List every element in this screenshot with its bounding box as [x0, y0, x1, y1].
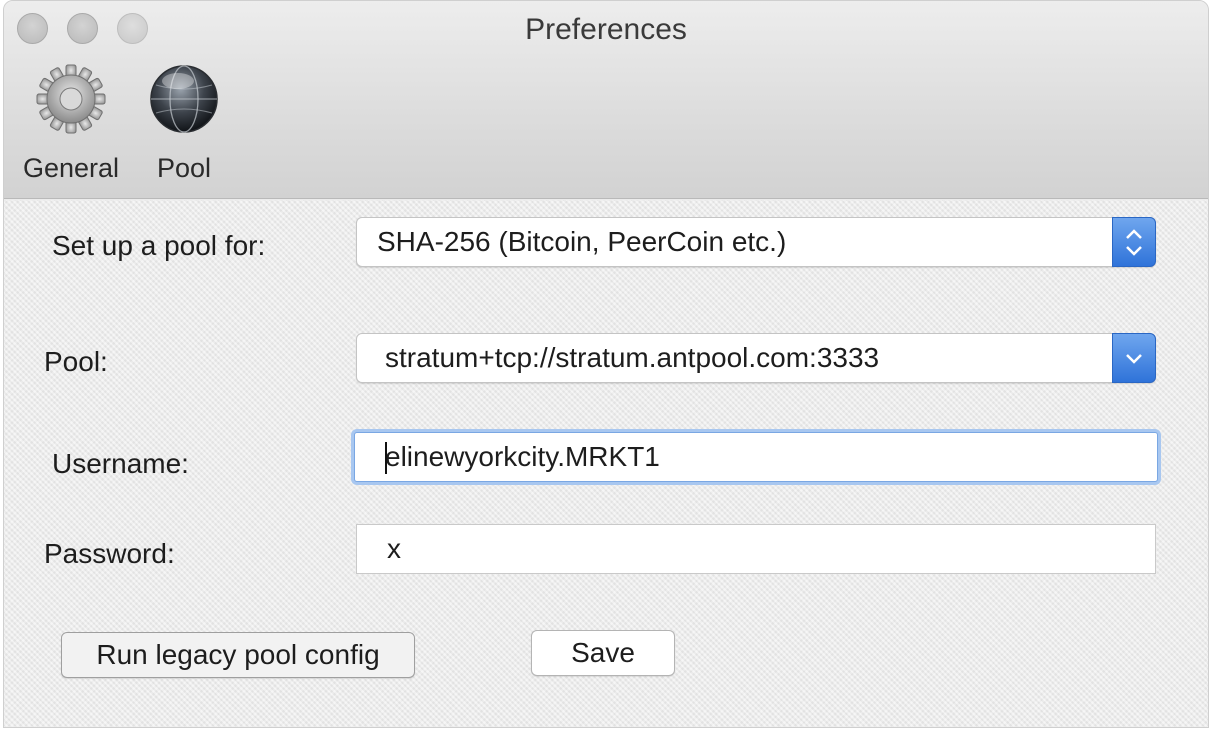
preferences-content: Set up a pool for: SHA-256 (Bitcoin, Pee… — [4, 200, 1208, 727]
coin-algorithm-select[interactable]: SHA-256 (Bitcoin, PeerCoin etc.) — [356, 217, 1156, 267]
password-field[interactable]: x — [356, 524, 1156, 574]
username-label: Username: — [52, 448, 189, 479]
chevron-down-icon[interactable] — [1112, 333, 1156, 383]
pool-url-value: stratum+tcp://stratum.antpool.com:3333 — [385, 342, 880, 373]
up-down-chevron-icon — [1112, 217, 1156, 267]
toolbar-item-pool[interactable]: Pool — [144, 63, 224, 184]
password-value: x — [387, 533, 401, 564]
password-label: Password: — [44, 538, 175, 569]
gear-icon — [36, 64, 106, 134]
setup-pool-label: Set up a pool for: — [52, 230, 266, 261]
toolbar-label-general: General — [22, 153, 120, 183]
text-caret — [385, 442, 387, 474]
window-title: Preferences — [525, 13, 687, 46]
toolbar-item-general[interactable]: General — [17, 63, 125, 184]
preferences-window: Preferences General Pool Set up a pool f… — [3, 0, 1209, 728]
username-value: elinewyorkcity.MRKT1 — [385, 441, 660, 472]
coin-algorithm-value: SHA-256 (Bitcoin, PeerCoin etc.) — [377, 226, 787, 257]
run-legacy-pool-config-button[interactable]: Run legacy pool config — [61, 632, 415, 678]
save-button[interactable]: Save — [531, 630, 675, 676]
pool-label: Pool: — [44, 346, 108, 377]
title-bar: Preferences General Pool — [4, 1, 1208, 199]
globe-icon — [150, 65, 218, 133]
username-field[interactable]: elinewyorkcity.MRKT1 — [354, 432, 1158, 482]
toolbar-label-pool: Pool — [156, 153, 212, 183]
pool-url-combobox[interactable]: stratum+tcp://stratum.antpool.com:3333 — [356, 333, 1156, 383]
